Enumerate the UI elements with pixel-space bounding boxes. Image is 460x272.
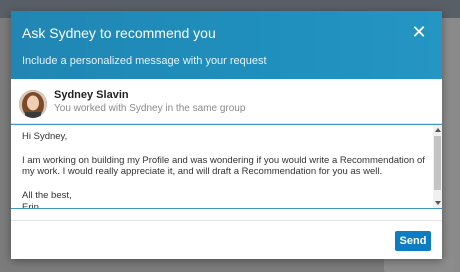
modal-footer: Send [11, 220, 442, 260]
scroll-down-arrow-icon[interactable] [435, 201, 441, 205]
recipient-relation: You worked with Sydney in the same group [54, 103, 246, 114]
message-textarea[interactable]: Hi Sydney, I am working on building my P… [11, 124, 442, 209]
recipient-name: Sydney Slavin [54, 89, 129, 101]
recommendation-request-modal: Ask Sydney to recommend you Include a pe… [11, 11, 442, 259]
modal-subtitle: Include a personalized message with your… [22, 55, 267, 67]
close-icon[interactable]: ✕ [410, 23, 428, 41]
message-text[interactable]: Hi Sydney, I am working on building my P… [22, 131, 426, 208]
scroll-thumb[interactable] [434, 136, 441, 190]
background-sidebar [440, 18, 460, 272]
scrollbar[interactable] [433, 125, 442, 208]
avatar [19, 90, 47, 118]
scroll-up-arrow-icon[interactable] [435, 128, 441, 132]
send-button[interactable]: Send [395, 231, 431, 251]
modal-title: Ask Sydney to recommend you [22, 25, 216, 41]
modal-header: Ask Sydney to recommend you Include a pe… [11, 11, 442, 79]
recipient-row: Sydney Slavin You worked with Sydney in … [11, 79, 442, 124]
